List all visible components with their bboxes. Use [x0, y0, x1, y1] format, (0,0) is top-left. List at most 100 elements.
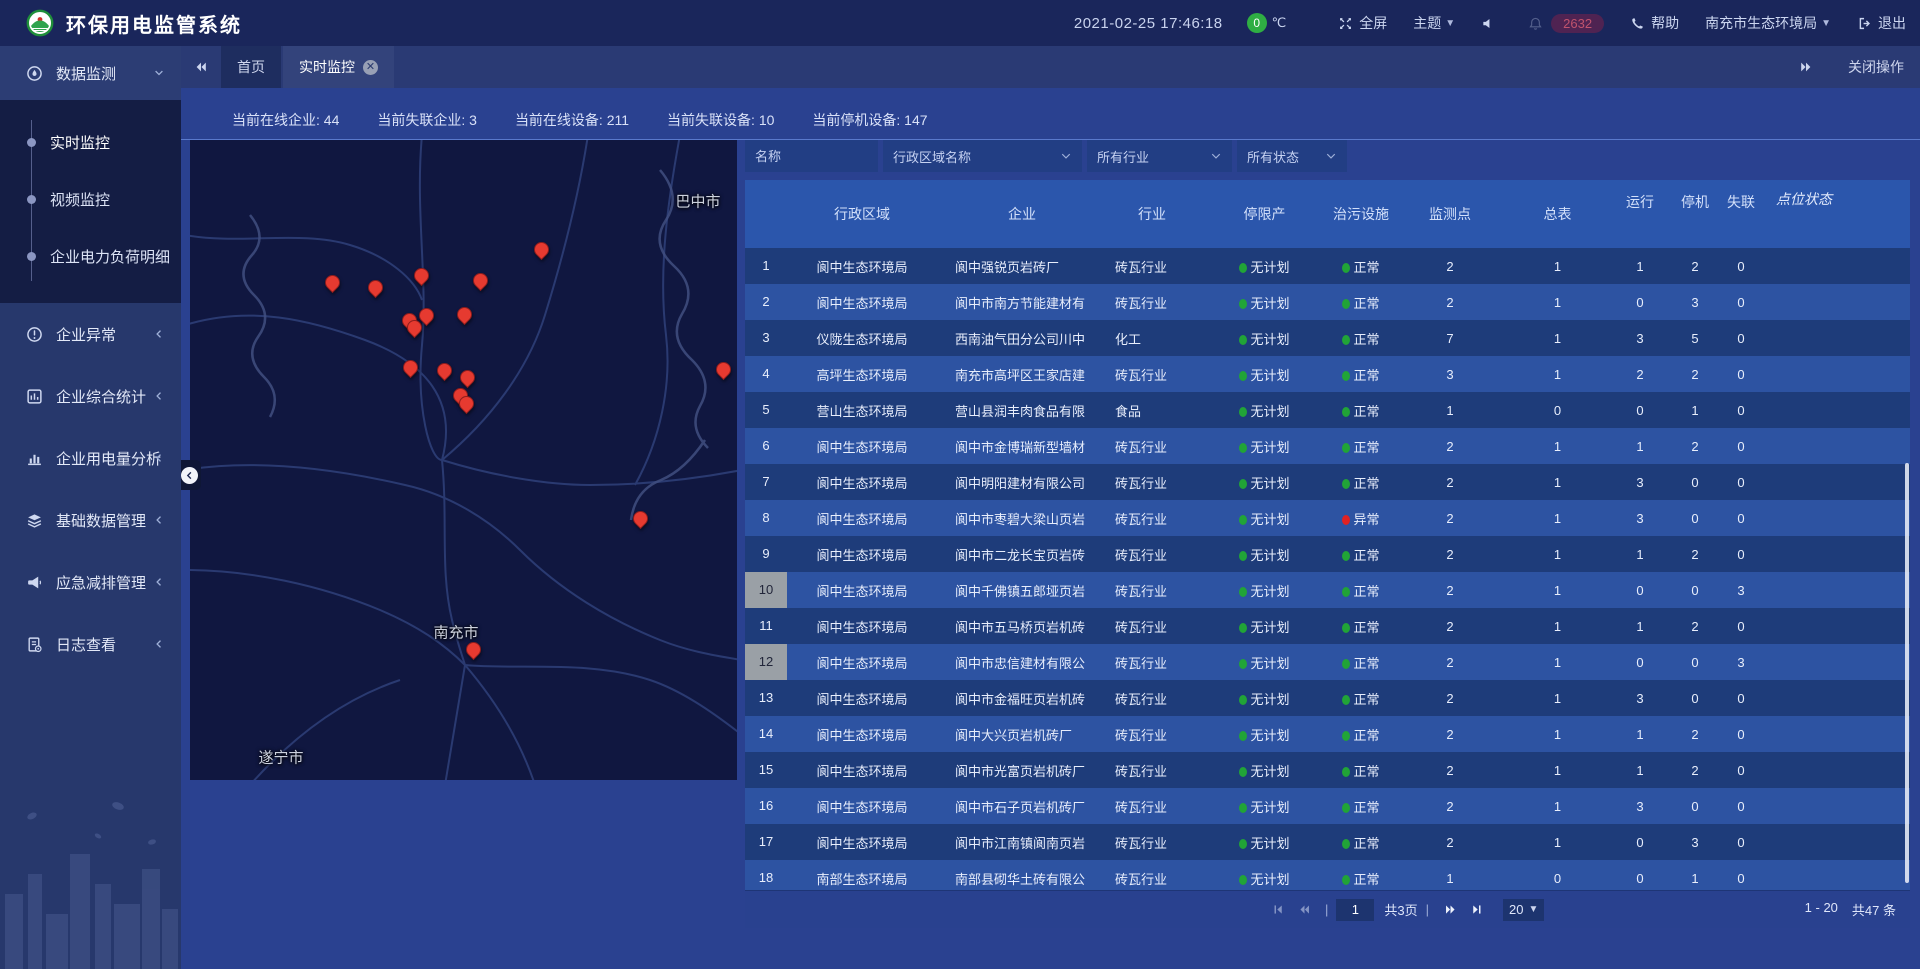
sidebar-item[interactable]: 企业综合统计: [0, 365, 181, 427]
sidebar-subitem[interactable]: 实时监控: [0, 114, 181, 171]
table-row[interactable]: 18南部生态环境局南部县砌华土砖有限公砖瓦行业无计划正常10010: [745, 860, 1910, 890]
theme-dropdown[interactable]: 主题▼: [1413, 13, 1455, 33]
table-row[interactable]: 17阆中生态环境局阆中市江南镇阆南页岩砖瓦行业无计划正常21030: [745, 824, 1910, 860]
table-row[interactable]: 7阆中生态环境局阆中明阳建材有限公司砖瓦行业无计划正常21300: [745, 464, 1910, 500]
status-dot-icon: [1239, 839, 1247, 849]
tab-实时监控[interactable]: 实时监控✕: [283, 46, 394, 88]
cell-industry: 砖瓦行业: [1107, 833, 1197, 852]
sidebar-item[interactable]: 基础数据管理: [0, 489, 181, 551]
table-row[interactable]: 14阆中生态环境局阆中大兴页岩机砖厂砖瓦行业无计划正常21120: [745, 716, 1910, 752]
cell-row-number: 4: [745, 356, 787, 392]
table-row[interactable]: 9阆中生态环境局阆中市二龙长宝页岩砖砖瓦行业无计划正常21120: [745, 536, 1910, 572]
notifications-button[interactable]: 2632: [1528, 14, 1604, 33]
table-row[interactable]: 5营山生态环境局营山县润丰肉食品有限食品无计划正常10010: [745, 392, 1910, 428]
sidebar-item-label: 企业用电量分析: [56, 448, 161, 469]
table-row[interactable]: 15阆中生态环境局阆中市光富页岩机砖厂砖瓦行业无计划正常21120: [745, 752, 1910, 788]
next-page-button[interactable]: [1437, 900, 1463, 920]
tab-close-icon[interactable]: ✕: [363, 60, 378, 75]
status-filter-select[interactable]: 所有状态: [1237, 140, 1347, 172]
cell-production-limit: 无计划: [1197, 761, 1332, 780]
sidebar-item[interactable]: 数据监测: [0, 46, 181, 100]
status-dot-icon: [1342, 767, 1350, 777]
table-row[interactable]: 8阆中生态环境局阆中市枣碧大梁山页岩砖瓦行业无计划异常21300: [745, 500, 1910, 536]
cell-total-meters: 1: [1510, 799, 1605, 814]
filter-bar: 行政区域名称 所有行业 所有状态: [745, 140, 1910, 172]
stat-item: 当前在线企业: 44: [232, 110, 339, 130]
table-scrollbar[interactable]: [1905, 463, 1909, 883]
cell-monitor-points: 2: [1390, 691, 1510, 706]
cell-row-number: 1: [745, 248, 787, 284]
cell-total-meters: 1: [1510, 547, 1605, 562]
cell-total-meters: 1: [1510, 295, 1605, 310]
table-header: 行政区域企业行业停限产治污设施监测点总表运行停机失联点位状态: [745, 180, 1910, 248]
cell-stopped: 0: [1675, 475, 1715, 490]
table-row[interactable]: 1阆中生态环境局阆中强锐页岩砖厂砖瓦行业无计划正常21120: [745, 248, 1910, 284]
mute-button[interactable]: [1481, 16, 1502, 31]
prev-page-button[interactable]: [1291, 900, 1317, 920]
fullscreen-button[interactable]: 全屏: [1338, 13, 1387, 33]
map-city-label: 巴中市: [675, 191, 720, 212]
last-page-button[interactable]: [1463, 900, 1489, 920]
logout-button[interactable]: 退出: [1857, 13, 1906, 33]
first-page-button[interactable]: [1265, 900, 1291, 920]
sidebar-item[interactable]: 企业用电量分析: [0, 427, 181, 489]
status-dot-icon: [1239, 551, 1247, 561]
table-row[interactable]: 16阆中生态环境局阆中市石子页岩机砖厂砖瓦行业无计划正常21300: [745, 788, 1910, 824]
status-dot-icon: [1342, 407, 1350, 417]
cell-pollution-facility: 正常: [1332, 329, 1390, 348]
table-row[interactable]: 2阆中生态环境局阆中市南方节能建材有砖瓦行业无计划正常21030: [745, 284, 1910, 320]
cell-industry: 砖瓦行业: [1107, 725, 1197, 744]
sidebar-item-label: 企业异常: [56, 324, 116, 345]
sidebar-item[interactable]: 企业异常: [0, 303, 181, 365]
bullet-dot-icon: [27, 138, 36, 147]
cell-region: 阆中生态环境局: [787, 797, 937, 816]
chevron-left-icon: [153, 452, 165, 464]
cell-industry: 砖瓦行业: [1107, 365, 1197, 384]
cell-region: 阆中生态环境局: [787, 545, 937, 564]
page-size-select[interactable]: 20▼: [1503, 899, 1544, 921]
tab-首页[interactable]: 首页: [221, 46, 281, 88]
table-row[interactable]: 11阆中生态环境局阆中市五马桥页岩机砖砖瓦行业无计划正常21120: [745, 608, 1910, 644]
sidebar: 数据监测实时监控视频监控企业电力负荷明细企业异常企业综合统计企业用电量分析基础数…: [0, 46, 181, 969]
status-dot-icon: [1239, 587, 1247, 597]
table-row[interactable]: 4高坪生态环境局南充市高坪区王家店建砖瓦行业无计划正常31220: [745, 356, 1910, 392]
sidebar-subitem[interactable]: 企业电力负荷明细: [0, 228, 181, 285]
cell-pollution-facility: 正常: [1332, 437, 1390, 456]
help-button[interactable]: 帮助: [1630, 13, 1679, 33]
table-row[interactable]: 12阆中生态环境局阆中市忠信建材有限公砖瓦行业无计划正常21003: [745, 644, 1910, 680]
name-filter-input[interactable]: [745, 140, 878, 172]
sidebar-item[interactable]: 日志查看: [0, 613, 181, 675]
status-dot-icon: [1342, 551, 1350, 561]
org-dropdown[interactable]: 南充市生态环境局▼: [1705, 13, 1831, 33]
cell-offline: 0: [1715, 691, 1767, 706]
column-header: 企业: [937, 180, 1107, 248]
table-row[interactable]: 3仪陇生态环境局西南油气田分公司川中化工无计划正常71350: [745, 320, 1910, 356]
sidebar-item-label: 应急减排管理: [56, 572, 146, 593]
cell-offline: 0: [1715, 727, 1767, 742]
region-filter-select[interactable]: 行政区域名称: [883, 140, 1082, 172]
tabs-scroll-left-button[interactable]: [181, 46, 221, 88]
sidebar-subitem[interactable]: 视频监控: [0, 171, 181, 228]
map-roads: [190, 140, 737, 780]
cell-offline: 0: [1715, 547, 1767, 562]
table-row[interactable]: 10阆中生态环境局阆中千佛镇五郎垭页岩砖瓦行业无计划正常21003: [745, 572, 1910, 608]
cell-monitor-points: 1: [1390, 871, 1510, 886]
sidebar-item[interactable]: 应急减排管理: [0, 551, 181, 613]
map-canvas[interactable]: 巴中市南充市遂宁市: [190, 140, 737, 780]
cell-region: 营山生态环境局: [787, 401, 937, 420]
industry-filter-select[interactable]: 所有行业: [1087, 140, 1232, 172]
tabs-scroll-right-button[interactable]: [1786, 60, 1826, 74]
chevron-left-icon: [181, 467, 198, 484]
cell-stopped: 3: [1675, 835, 1715, 850]
cell-stopped: 1: [1675, 871, 1715, 886]
page-number-input[interactable]: 1: [1336, 899, 1374, 921]
close-operations-button[interactable]: 关闭操作: [1848, 57, 1904, 77]
sidebar-item-label: 企业综合统计: [56, 386, 146, 407]
cell-row-number: 17: [745, 824, 787, 860]
table-row[interactable]: 6阆中生态环境局阆中市金博瑞新型墙材砖瓦行业无计划正常21120: [745, 428, 1910, 464]
temperature-badge: 0: [1247, 13, 1267, 33]
cell-region: 阆中生态环境局: [787, 833, 937, 852]
cell-row-number: 14: [745, 716, 787, 752]
sub-column-header: 运行: [1605, 180, 1675, 248]
table-row[interactable]: 13阆中生态环境局阆中市金福旺页岩机砖砖瓦行业无计划正常21300: [745, 680, 1910, 716]
